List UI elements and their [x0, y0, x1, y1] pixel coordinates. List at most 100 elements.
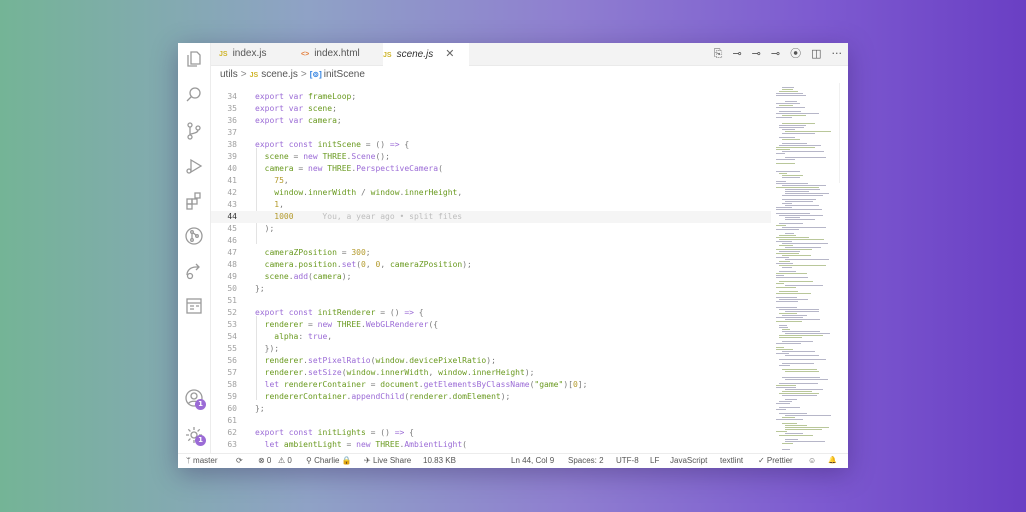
- minimap[interactable]: [773, 83, 847, 455]
- symbol-icon: [⊚]: [309, 70, 322, 79]
- minimap-line: [782, 195, 823, 196]
- code-token: export: [255, 428, 289, 437]
- minimap-line: [782, 443, 793, 444]
- extensions-icon[interactable]: [184, 191, 204, 211]
- code-line[interactable]: 53 renderer = new THREE.WebGLRenderer({: [211, 319, 771, 331]
- code-line[interactable]: 60};: [211, 403, 771, 415]
- scrollbar[interactable]: [839, 83, 848, 183]
- code-token: = (): [375, 308, 405, 317]
- breadcrumb-file[interactable]: scene.js: [261, 69, 298, 80]
- code-line[interactable]: 44 1000 You, a year ago • split files: [211, 211, 771, 223]
- language-mode[interactable]: JavaScript: [670, 454, 707, 468]
- code-token: domElement: [452, 392, 501, 401]
- code-token: ;: [332, 104, 337, 113]
- tab-index-html[interactable]: <> index.html: [301, 43, 379, 65]
- code-line[interactable]: 59 rendererContainer.appendChild(rendere…: [211, 391, 771, 403]
- minimap-line: [782, 89, 793, 90]
- open-changes-icon[interactable]: ⎘: [714, 47, 723, 61]
- close-icon[interactable]: ✕: [445, 48, 454, 60]
- live-share-user[interactable]: ⚲ Charlie 🔒: [306, 454, 352, 468]
- minimap-line: [776, 163, 795, 164]
- code-editor[interactable]: 34 export var frameLoop; 35 export var scen…: [211, 83, 771, 455]
- code-line[interactable]: 49 scene.add(camera);: [211, 271, 771, 283]
- code-token: ];: [577, 380, 588, 389]
- search-icon[interactable]: [184, 85, 204, 105]
- breadcrumb-symbol[interactable]: initScene: [324, 69, 365, 80]
- code-line[interactable]: 41 75,: [211, 175, 771, 187]
- code-line[interactable]: 39 scene = new THREE.Scene();: [211, 151, 771, 163]
- code-line[interactable]: 62 export const initLights = () => {: [211, 427, 771, 439]
- code-line[interactable]: 37: [211, 127, 771, 139]
- live-share-button[interactable]: ✈ Live Share: [364, 454, 411, 468]
- minimap-line: [776, 263, 793, 264]
- code-line[interactable]: 51: [211, 295, 771, 307]
- split-editor-icon[interactable]: ◫: [811, 47, 821, 61]
- code-text: renderer.setSize(window.innerWidth, wind…: [255, 367, 535, 379]
- breadcrumb-folder[interactable]: utils: [220, 69, 238, 80]
- code-line[interactable]: 40 camera = new THREE.PerspectiveCamera(: [211, 163, 771, 175]
- errors-count[interactable]: ⊗ 0: [258, 454, 271, 468]
- encoding[interactable]: UTF-8: [616, 454, 639, 468]
- code-line[interactable]: 56 renderer.setPixelRatio(window.deviceP…: [211, 355, 771, 367]
- minimap-line: [776, 207, 792, 208]
- minimap-line: [785, 259, 829, 260]
- code-line[interactable]: 34 export var frameLoop;: [211, 91, 771, 103]
- minimap-line: [776, 387, 796, 388]
- code-line[interactable]: 50};: [211, 283, 771, 295]
- cursor-position[interactable]: Ln 44, Col 9: [511, 454, 554, 468]
- code-line[interactable]: 52 export const initRenderer = () => {: [211, 307, 771, 319]
- code-line[interactable]: 63 let ambientLight = new THREE.AmbientL…: [211, 439, 771, 451]
- code-token: renderer: [264, 368, 304, 377]
- indentation[interactable]: Spaces: 2: [568, 454, 604, 468]
- toggle-blame-icon[interactable]: ⦿: [790, 47, 801, 61]
- code-line[interactable]: 45 );: [211, 223, 771, 235]
- minimap-line: [779, 413, 807, 414]
- code-line[interactable]: 47 cameraZPosition = 300;: [211, 247, 771, 259]
- minimap-line: [779, 239, 824, 240]
- breadcrumb-separator: >: [240, 69, 247, 80]
- minimap-line: [782, 175, 803, 176]
- code-token: {: [399, 140, 410, 149]
- code-line[interactable]: 58 let rendererContainer = document.getE…: [211, 379, 771, 391]
- git-commit-icon[interactable]: ⊸: [732, 47, 741, 61]
- code-line[interactable]: 35 export var scene;: [211, 103, 771, 115]
- warnings-count[interactable]: ⚠ 0: [278, 454, 292, 468]
- live-share-icon[interactable]: [184, 261, 204, 281]
- source-control-icon[interactable]: [184, 121, 204, 141]
- more-actions-icon[interactable]: ···: [832, 47, 843, 61]
- feedback-icon[interactable]: ☺: [808, 454, 816, 468]
- code-line[interactable]: 55 });: [211, 343, 771, 355]
- code-line[interactable]: 46: [211, 235, 771, 247]
- explorer-icon[interactable]: [184, 49, 204, 69]
- code-line[interactable]: 57 renderer.setSize(window.innerWidth, w…: [211, 367, 771, 379]
- minimap-line: [782, 369, 817, 370]
- run-debug-icon[interactable]: [184, 156, 204, 176]
- notifications-bell-icon[interactable]: 🔔: [828, 454, 837, 468]
- code-token: export: [255, 116, 289, 125]
- tab-scene-js[interactable]: JS scene.js ✕: [383, 43, 469, 66]
- code-line[interactable]: 61: [211, 415, 771, 427]
- code-line[interactable]: 36 export var camera;: [211, 115, 771, 127]
- tab-index-js[interactable]: JS index.js: [219, 43, 297, 65]
- code-line[interactable]: 54 alpha: true,: [211, 331, 771, 343]
- code-line[interactable]: 42 window.innerWidth / window.innerHeigh…: [211, 187, 771, 199]
- remote-explorer-icon[interactable]: [184, 296, 204, 316]
- next-change-icon[interactable]: ⊸: [771, 47, 780, 61]
- code-line[interactable]: 43 1,: [211, 199, 771, 211]
- previous-change-icon[interactable]: ⊸: [752, 47, 761, 61]
- line-number: 36: [227, 116, 237, 125]
- code-token: scene: [264, 272, 289, 281]
- code-line[interactable]: 38 export const initScene = () => {: [211, 139, 771, 151]
- git-graph-icon[interactable]: [184, 226, 204, 246]
- code-token: const: [288, 308, 318, 317]
- branch-status[interactable]: ᛘ master: [186, 454, 217, 468]
- end-of-line[interactable]: LF: [650, 454, 659, 468]
- sync-icon[interactable]: ⟳: [236, 454, 243, 468]
- code-text: export var frameLoop;: [255, 91, 356, 103]
- prettier-status[interactable]: ✓ Prettier: [758, 454, 793, 468]
- textlint-status[interactable]: textlint: [720, 454, 743, 468]
- minimap-line: [776, 225, 786, 226]
- code-line[interactable]: 48 camera.position.set(0, 0, cameraZPosi…: [211, 259, 771, 271]
